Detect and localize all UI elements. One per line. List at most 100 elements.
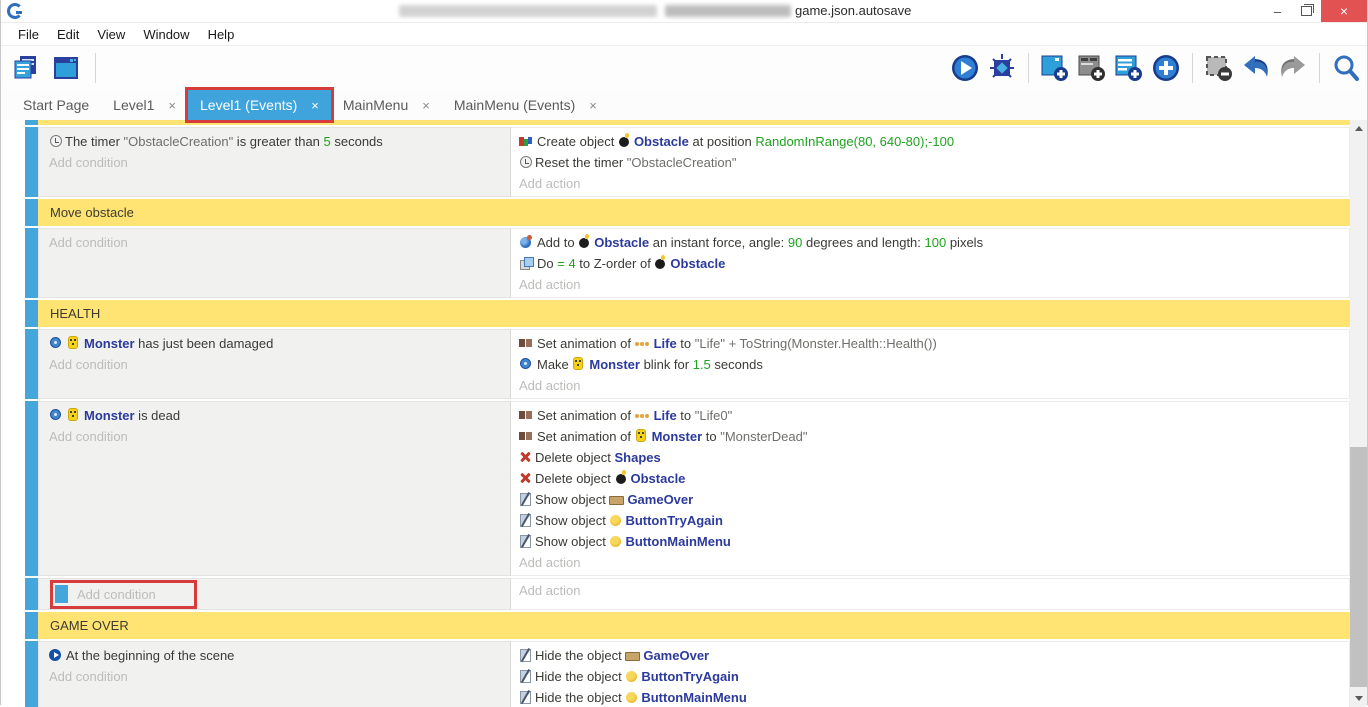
action-row[interactable]: Hide the object ButtonTryAgain bbox=[519, 666, 1349, 687]
arrow-down-icon bbox=[1355, 696, 1363, 701]
delete-event-button[interactable] bbox=[1204, 53, 1234, 83]
text-segment: is dead bbox=[135, 408, 181, 423]
action-row[interactable]: Show object ButtonTryAgain bbox=[519, 510, 1349, 531]
text-segment: ButtonMainMenu bbox=[625, 534, 730, 549]
project-manager-icon[interactable] bbox=[11, 53, 41, 83]
action-row[interactable]: Reset the timer "ObstacleCreation" bbox=[519, 152, 1349, 173]
text-segment: seconds bbox=[711, 357, 763, 372]
add-action-button[interactable]: Add action bbox=[519, 552, 1349, 573]
play-button[interactable] bbox=[950, 53, 980, 83]
add-condition-button[interactable]: Add condition bbox=[77, 584, 156, 605]
tab-mainmenu-events-[interactable]: MainMenu (Events)× bbox=[442, 90, 609, 120]
menu-file[interactable]: File bbox=[9, 27, 48, 42]
menu-help[interactable]: Help bbox=[199, 27, 244, 42]
text-segment: to Z-order of bbox=[576, 256, 655, 271]
close-button[interactable]: × bbox=[1321, 0, 1367, 22]
text-segment: Set animation of bbox=[537, 408, 635, 423]
add-event-button[interactable] bbox=[1040, 53, 1070, 83]
vertical-scrollbar[interactable] bbox=[1350, 120, 1367, 707]
condition-row[interactable]: The timer "ObstacleCreation" is greater … bbox=[49, 131, 510, 152]
group-label: Move obstacle bbox=[38, 199, 1350, 226]
text-segment: "MonsterDead" bbox=[720, 429, 807, 444]
condition-row[interactable]: At the beginning of the scene bbox=[49, 645, 510, 666]
scrollbar-thumb[interactable] bbox=[1350, 447, 1367, 687]
group-header-game-over[interactable]: GAME OVER bbox=[25, 612, 1350, 639]
tab-mainmenu[interactable]: MainMenu× bbox=[331, 90, 442, 120]
action-row[interactable]: Hide the object ButtonMainMenu bbox=[519, 687, 1349, 707]
btncircle-icon bbox=[625, 690, 638, 704]
action-row[interactable]: Delete object Shapes bbox=[519, 447, 1349, 468]
add-condition-button[interactable]: Add condition bbox=[49, 152, 510, 173]
tab-close-icon[interactable]: × bbox=[311, 98, 319, 113]
text-segment: Show object bbox=[535, 513, 609, 528]
event-bar bbox=[25, 300, 38, 327]
add-action-button[interactable]: Add action bbox=[519, 375, 1349, 396]
event-block: At the beginning of the sceneAdd conditi… bbox=[25, 641, 1350, 707]
scroll-down-button[interactable] bbox=[1350, 690, 1367, 707]
text-segment: 5 bbox=[324, 134, 331, 149]
action-row[interactable]: Show object ButtonMainMenu bbox=[519, 531, 1349, 552]
debug-button[interactable] bbox=[987, 53, 1017, 83]
event-bar bbox=[25, 578, 38, 610]
menu-view[interactable]: View bbox=[88, 27, 134, 42]
text-segment: Shapes bbox=[615, 450, 661, 465]
add-condition-button[interactable]: Add condition bbox=[49, 354, 510, 375]
action-row[interactable]: Hide the object GameOver bbox=[519, 645, 1349, 666]
redo-button[interactable] bbox=[1278, 53, 1308, 83]
window-title: game.json.autosave bbox=[795, 3, 911, 18]
action-row[interactable]: Set animation of Life to "Life0" bbox=[519, 405, 1349, 426]
event-bar bbox=[25, 329, 38, 399]
action-row[interactable]: Delete object Obstacle bbox=[519, 468, 1349, 489]
text-segment: to bbox=[677, 336, 695, 351]
add-subevent-button[interactable] bbox=[1077, 53, 1107, 83]
add-condition-button[interactable]: Add condition bbox=[49, 426, 510, 447]
scroll-up-button[interactable] bbox=[1350, 120, 1367, 137]
group-header-health[interactable]: HEALTH bbox=[25, 300, 1350, 327]
text-segment: "ObstacleCreation" bbox=[627, 155, 737, 170]
add-action-button[interactable]: Add action bbox=[519, 173, 1349, 194]
action-row[interactable]: Show object GameOver bbox=[519, 489, 1349, 510]
event-block: Monster has just been damagedAdd conditi… bbox=[25, 329, 1350, 399]
text-segment: "Life0" bbox=[695, 408, 732, 423]
scene-icon bbox=[49, 648, 63, 662]
add-condition-button[interactable]: Add condition bbox=[49, 666, 510, 687]
tab-close-icon[interactable]: × bbox=[422, 98, 430, 113]
add-action-button[interactable]: Add action bbox=[519, 580, 1349, 601]
action-row[interactable]: Set animation of Life to "Life" + ToStri… bbox=[519, 333, 1349, 354]
maximize-button[interactable] bbox=[1292, 0, 1321, 22]
menu-edit[interactable]: Edit bbox=[48, 27, 88, 42]
monster-icon bbox=[67, 408, 81, 422]
visibility-icon bbox=[519, 648, 532, 662]
action-row[interactable]: Set animation of Monster to "MonsterDead… bbox=[519, 426, 1349, 447]
action-row[interactable]: Make Monster blink for 1.5 seconds bbox=[519, 354, 1349, 375]
text-segment: Life bbox=[654, 408, 677, 423]
search-button[interactable] bbox=[1331, 53, 1361, 83]
conditions-column: At the beginning of the sceneAdd conditi… bbox=[38, 641, 511, 707]
action-row[interactable]: Add to Obstacle an instant force, angle:… bbox=[519, 232, 1349, 253]
add-plus-button[interactable] bbox=[1151, 53, 1181, 83]
condition-row[interactable]: Monster has just been damaged bbox=[49, 333, 510, 354]
tab-level1[interactable]: Level1× bbox=[101, 90, 188, 120]
group-header-move-obstacle[interactable]: Move obstacle bbox=[25, 199, 1350, 226]
actions-column: Hide the object GameOverHide the object … bbox=[511, 641, 1350, 707]
condition-row[interactable]: Monster is dead bbox=[49, 405, 510, 426]
undo-button[interactable] bbox=[1241, 53, 1271, 83]
events-sheet: The timer "ObstacleCreation" is greater … bbox=[25, 120, 1350, 707]
text-segment: ButtonTryAgain bbox=[641, 669, 739, 684]
toolbar-left-group bbox=[1, 53, 100, 83]
visibility-icon bbox=[519, 690, 532, 704]
tab-close-icon[interactable]: × bbox=[168, 98, 176, 113]
add-comment-button[interactable] bbox=[1114, 53, 1144, 83]
tab-label: Level1 (Events) bbox=[200, 97, 297, 113]
add-condition-button[interactable]: Add condition bbox=[49, 232, 510, 253]
tab-start-page[interactable]: Start Page bbox=[11, 90, 101, 120]
add-action-button[interactable]: Add action bbox=[519, 274, 1349, 295]
menu-window[interactable]: Window bbox=[134, 27, 198, 42]
action-row[interactable]: Do = 4 to Z-order of Obstacle bbox=[519, 253, 1349, 274]
tab-close-icon[interactable]: × bbox=[589, 98, 597, 113]
tab-level1-events-[interactable]: Level1 (Events) × bbox=[188, 90, 331, 120]
scene-editor-icon[interactable] bbox=[51, 53, 81, 83]
text-segment: Show object bbox=[535, 492, 609, 507]
minimize-button[interactable]: – bbox=[1263, 0, 1292, 22]
action-row[interactable]: Create object Obstacle at position Rando… bbox=[519, 131, 1349, 152]
